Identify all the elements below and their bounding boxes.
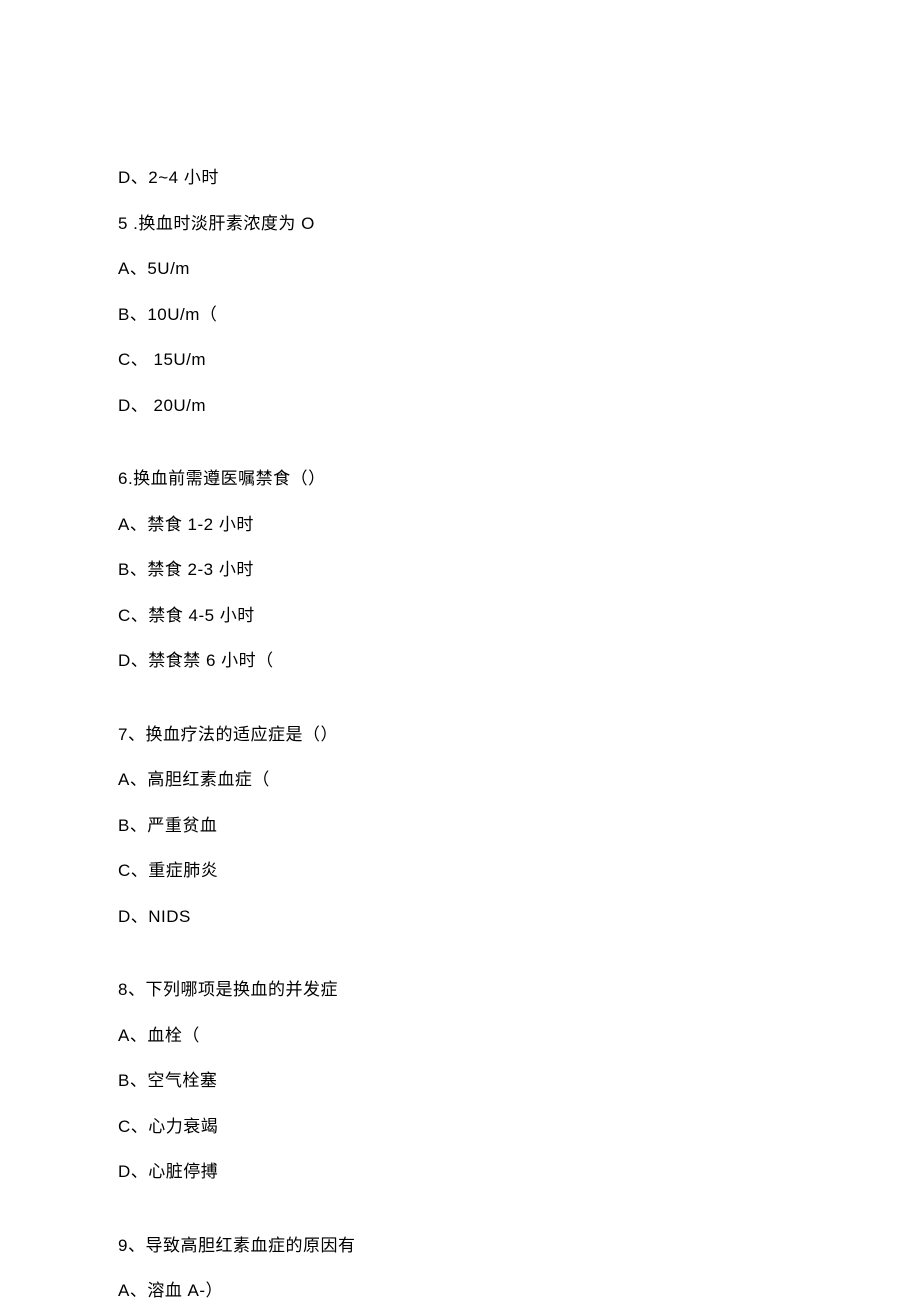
- text-line: C、重症肺炎: [118, 858, 802, 884]
- text-line: D、2~4 小时: [118, 165, 802, 191]
- text-line: A、溶血 A-）: [118, 1278, 802, 1304]
- text-line: C、 15U/m: [118, 347, 802, 373]
- text-line: B、10U/m（: [118, 302, 802, 328]
- text-line: D、NIDS: [118, 904, 802, 930]
- text-line: B、禁食 2-3 小时: [118, 557, 802, 583]
- text-line: A、高胆红素血症（: [118, 767, 802, 793]
- text-line: C、禁食 4-5 小时: [118, 603, 802, 629]
- text-line: D、心脏停搏: [118, 1159, 802, 1185]
- document-body: D、2~4 小时 5 .换血时淡肝素浓度为 O A、5U/m B、10U/m（ C、 1…: [118, 165, 802, 1304]
- text-line: 9、导致高胆红素血症的原因有: [118, 1233, 802, 1259]
- text-line: B、严重贫血: [118, 813, 802, 839]
- text-line: B、空气栓塞: [118, 1068, 802, 1094]
- text-line: C、心力衰竭: [118, 1114, 802, 1140]
- text-line: D、 20U/m: [118, 393, 802, 419]
- text-line: A、血栓（: [118, 1023, 802, 1049]
- text-line: A、禁食 1-2 小时: [118, 512, 802, 538]
- text-line: 7、换血疗法的适应症是（）: [118, 722, 802, 748]
- text-line: 5 .换血时淡肝素浓度为 O: [118, 211, 802, 237]
- text-line: D、禁食禁 6 小时（: [118, 648, 802, 674]
- text-line: A、5U/m: [118, 256, 802, 282]
- text-line: 8、下列哪项是换血的并发症: [118, 977, 802, 1003]
- text-line: 6.换血前需遵医嘱禁食（）: [118, 466, 802, 492]
